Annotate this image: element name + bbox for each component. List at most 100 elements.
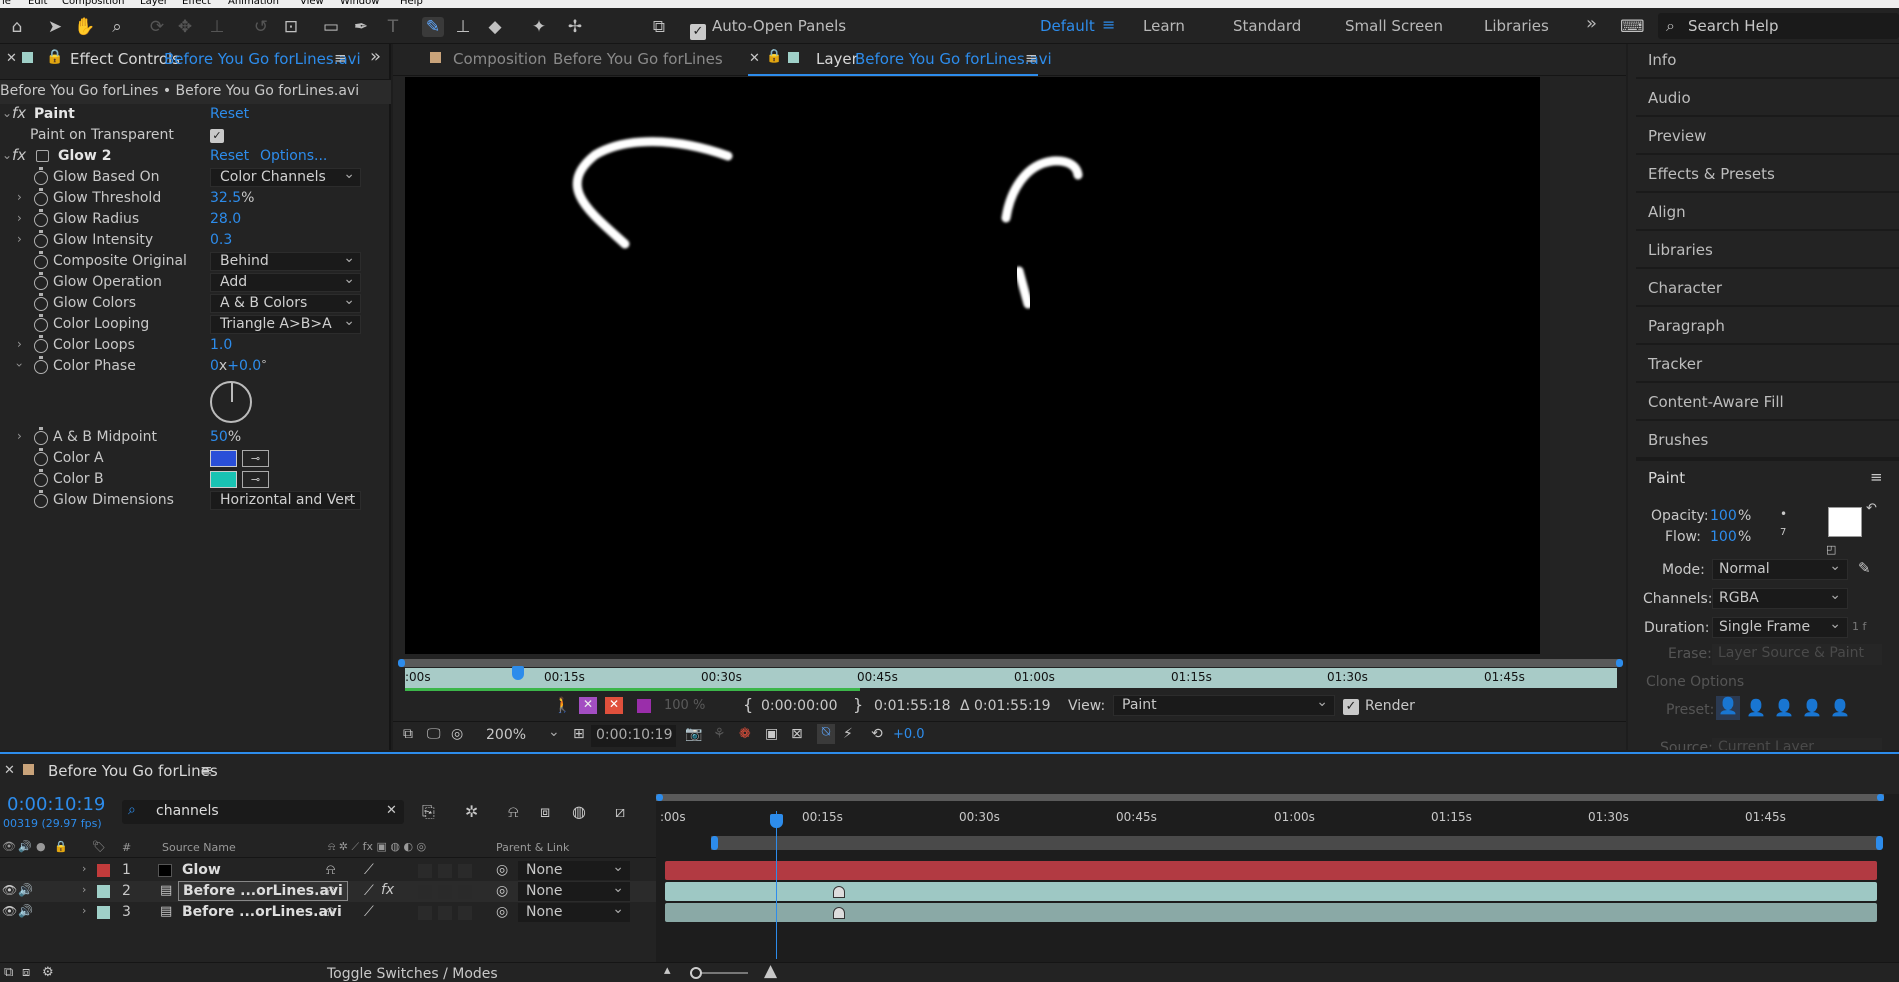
shy-switch-icon[interactable]: ⍾ [326,862,335,878]
color-a-swatch[interactable] [210,450,237,467]
switch-cell[interactable] [438,885,452,899]
channels-dropdown[interactable]: RGBA ⌄ [1712,587,1848,609]
color-looping-dropdown[interactable]: Triangle A>B>A [210,315,361,334]
comp-mini-flowchart-icon[interactable]: ⎘ [422,802,435,822]
twirl-closed-icon[interactable]: › [82,862,86,875]
glow-threshold-number[interactable]: 32.5 [210,190,241,206]
work-area-end[interactable] [1876,836,1883,850]
erase-dropdown[interactable]: Layer Source & Paint [1712,644,1882,665]
clone-preset-4-icon[interactable]: 👤 [1802,698,1822,717]
stopwatch-icon[interactable] [34,251,48,269]
stopwatch-icon[interactable] [34,469,48,487]
layer-tab-label[interactable]: Layer [816,50,858,68]
work-area-start[interactable] [398,659,405,667]
auto-open-checkbox[interactable]: ✓ [690,16,706,40]
color-phase-revolutions[interactable]: 0 [210,358,219,374]
in-point-time[interactable]: 0:00:00:00 [761,698,838,714]
stopwatch-icon[interactable] [34,427,48,445]
glow-operation-dropdown[interactable]: Add [210,273,361,292]
expand-panels-icon[interactable]: » [370,46,381,67]
clone-stamp-tool-icon[interactable]: ⊥ [452,17,474,37]
layer-row[interactable]: 👁 🔊 › 3 ▤ Before ...orLines.avi ⍾ ⟋ ◎ No… [0,901,660,923]
quality-switch-icon[interactable]: ⟋ [364,904,374,920]
eyedropper-icon[interactable]: ✎ [1858,559,1871,577]
home-icon[interactable]: ⌂ [6,17,28,37]
keyframe-icon[interactable] [833,886,845,898]
shy-layers-icon[interactable]: ⍾ [508,802,519,822]
audio-icon[interactable]: 🔊 [18,883,33,897]
monitor-icon[interactable]: 🖵 [427,726,441,742]
twirl-closed-icon[interactable]: › [17,232,22,246]
channels-icon[interactable]: ❁ [739,726,751,742]
panel-tracker[interactable]: Tracker [1648,355,1702,373]
zoom-tool-icon[interactable]: ⌕ [106,17,128,37]
color-loops-value[interactable]: 1.0 [210,337,232,353]
close-icon[interactable]: ✕ [4,763,15,778]
panel-character[interactable]: Character [1648,279,1722,297]
layer-bar-3[interactable] [665,903,1877,922]
more-workspaces-button[interactable]: » [1586,13,1597,34]
close-icon[interactable]: ✕ [6,51,17,66]
color-phase-dial[interactable] [210,381,252,423]
timeline-current-time[interactable]: 0:00:10:19 [7,794,105,815]
twirl-closed-icon[interactable]: › [17,429,22,443]
anchor-tool-icon[interactable]: ⊡ [280,17,302,37]
workspace-default[interactable]: Default [1040,17,1095,35]
eyedropper-icon[interactable]: ⊸ [242,450,269,467]
layer-name[interactable]: Before ...orLines.avi [182,904,342,920]
composite-original-dropdown[interactable]: Behind [210,252,361,271]
fast-preview-icon[interactable]: ⚡ [843,726,853,742]
exposure-value[interactable]: +0.0 [893,727,925,742]
stopwatch-icon[interactable] [34,448,48,466]
paint-reset-button[interactable]: Reset [210,106,249,122]
glow-reset-button[interactable]: Reset [210,148,249,164]
audio-icon[interactable]: 🔊 [18,904,33,918]
close-icon[interactable]: ✕ [749,51,760,66]
workspace-libraries[interactable]: Libraries [1484,17,1549,35]
frame-blending-icon[interactable]: ⧈ [540,802,550,822]
layer-label-color[interactable] [97,885,110,898]
stopwatch-icon[interactable] [34,230,48,248]
stopwatch-icon[interactable] [34,209,48,227]
brush-tool-icon[interactable]: ✎ [422,17,444,37]
composition-tab-name[interactable]: Before You Go forLines [553,50,723,68]
panel-menu-icon[interactable]: ≡ [200,761,213,779]
vr-mask-icon[interactable]: ◎ [451,726,463,742]
out-point-icon[interactable]: } [853,695,863,714]
switch-cell[interactable] [438,906,452,920]
glow-based-on-dropdown[interactable]: Color Channels [210,168,361,187]
rotate-tool-icon[interactable]: ⟳ [146,17,168,37]
shy-switch-icon[interactable]: ⍾ [326,883,335,899]
ab-midpoint-value[interactable]: 50% [210,429,241,445]
graph-editor-icon[interactable]: ⧄ [615,802,625,822]
switch-cell[interactable] [418,906,432,920]
navigator-end[interactable] [1877,794,1884,801]
transparency-grid-icon[interactable]: ▣ [765,726,778,742]
selection-tool-icon[interactable]: ➤ [44,17,66,37]
view-dropdown[interactable]: Paint ⌄ [1113,694,1335,716]
panel-libraries[interactable]: Libraries [1648,241,1713,259]
quality-switch-icon[interactable]: ⟋ [364,883,374,899]
eyedropper-icon[interactable]: ⊸ [242,471,269,488]
camera-tool-icon[interactable]: ✥ [174,17,196,37]
stopwatch-icon[interactable] [34,272,48,290]
zoom-slider[interactable] [690,967,748,979]
layer-time-ruler[interactable]: :00s 00:15s 00:30s 00:45s 01:00s 01:15s … [405,666,1617,688]
undo-rotate-icon[interactable]: ↺ [250,17,272,37]
foreground-color-swatch[interactable] [1828,507,1862,537]
keyframe-icon[interactable] [833,907,845,919]
switch-cell[interactable] [458,885,472,899]
parent-dropdown[interactable]: None ⌄ [518,880,630,901]
ab-midpoint-number[interactable]: 50 [210,429,228,445]
in-point-icon[interactable]: { [743,695,753,714]
color-phase-degrees[interactable]: +0.0 [227,358,261,374]
twirl-closed-icon[interactable]: › [82,883,86,896]
motion-blur-icon[interactable]: ◍ [572,802,586,821]
out-point-time[interactable]: 0:01:55:18 [874,698,951,714]
layer-label-color[interactable] [97,864,110,877]
stopwatch-icon[interactable] [34,188,48,206]
paint-view-icon[interactable]: ⍉ [817,724,835,744]
twirl-open-icon[interactable]: ⌄ [2,106,12,120]
zoom-in-icon[interactable]: ▲ [764,961,777,981]
clear-search-icon[interactable]: ✕ [386,803,397,818]
